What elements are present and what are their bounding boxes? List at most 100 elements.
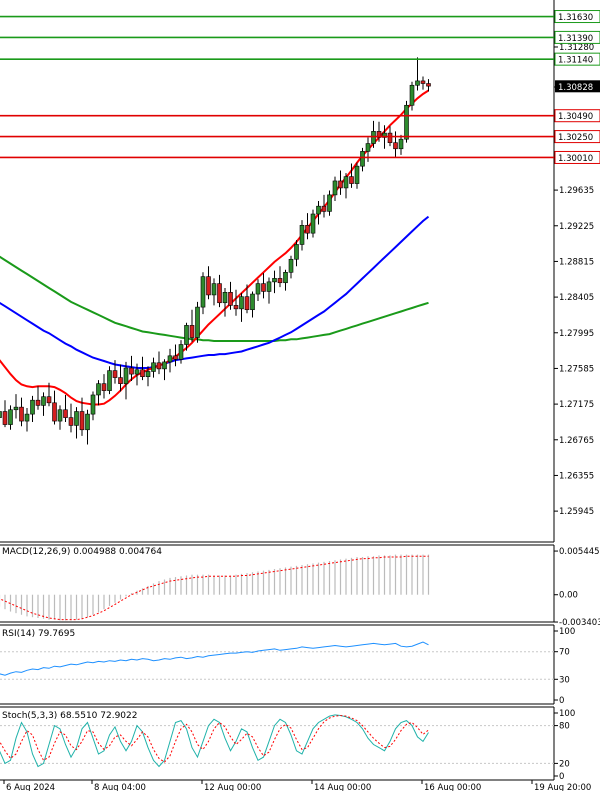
candle-bear <box>426 83 431 87</box>
rsi-axis: 100 70 30 0 <box>0 627 575 706</box>
price-tick-label: 1.28405 <box>559 293 594 303</box>
macd-axis: 0.0054450.00-0.003403 <box>554 547 600 628</box>
candle-bull <box>167 355 173 363</box>
macd-tick-label: 0.005445 <box>559 547 600 557</box>
candle-bear <box>140 369 145 378</box>
candle-bull <box>272 278 277 283</box>
time-axis: 6 Aug 2024 8 Aug 04:00 12 Aug 00:00 14 Aug … <box>3 780 591 791</box>
candle-bear <box>305 225 310 234</box>
candle-bull <box>145 371 151 378</box>
price-tick-label: 1.29635 <box>559 186 594 196</box>
candle-bull <box>343 176 349 189</box>
candle-bull <box>107 370 112 391</box>
price-tick-label: 1.25945 <box>559 507 594 517</box>
current-price-marker: 1.30828 <box>555 80 600 93</box>
candle-bull <box>415 80 420 86</box>
level-label: 1.31140 <box>558 56 593 66</box>
candle-bear <box>19 406 24 422</box>
candle-bull <box>123 367 129 384</box>
price-tick-label: 1.28815 <box>559 257 594 267</box>
candle-bull <box>211 283 217 296</box>
candle-bull <box>200 276 206 308</box>
candle-bear <box>261 283 266 292</box>
rsi-line <box>0 641 429 676</box>
time-label: 16 Aug 00:00 <box>424 783 481 791</box>
candle-bear <box>68 417 74 426</box>
current-price-label: 1.30828 <box>558 83 593 93</box>
price-tick-label: 1.27175 <box>559 400 594 410</box>
candle-bull <box>24 413 30 422</box>
stoch-lines <box>0 714 429 768</box>
price-panel: 1.316001.312801.308231.296351.292251.288… <box>0 0 600 543</box>
price-tick-label: 1.29225 <box>559 222 594 232</box>
level-label: 1.31390 <box>558 34 593 44</box>
rsi-tick-label: 0 <box>559 696 564 706</box>
candle-bull <box>195 306 200 338</box>
level-label: 1.30010 <box>558 154 593 164</box>
candle-bull <box>409 84 415 106</box>
level-label: 1.31630 <box>558 13 593 23</box>
time-label: 14 Aug 00:00 <box>314 783 371 791</box>
candle-bear <box>338 180 343 189</box>
candle-bull <box>74 411 79 426</box>
stoch-label: Stoch(5,3,3) 68.5510 72.9022 <box>2 711 137 721</box>
time-label: 8 Aug 04:00 <box>94 783 146 791</box>
stoch-tick-label: 80 <box>559 722 570 732</box>
candle-bear <box>349 176 354 184</box>
rsi-tick-label: 100 <box>559 627 575 637</box>
candle-bear <box>228 292 233 306</box>
rsi-tick-label: 70 <box>559 648 570 658</box>
stoch-tick-label: 20 <box>559 759 570 769</box>
candle-bear <box>420 80 426 84</box>
candle-bear <box>35 399 41 406</box>
price-tick-label: 1.26765 <box>559 436 594 446</box>
candle-bear <box>387 132 393 143</box>
candle-bear <box>79 411 85 431</box>
stoch-main-polyline <box>0 714 429 768</box>
rsi-label: RSI(14) 79.7695 <box>2 629 75 639</box>
candle-bull <box>96 383 101 396</box>
candle-bear <box>189 325 195 338</box>
macd-panel: MACD(12,26,9) 0.004988 0.004764 0.005445… <box>0 544 600 628</box>
candle-bull <box>13 406 19 411</box>
candle-bull <box>85 413 90 431</box>
macd-label: MACD(12,26,9) 0.004988 0.004764 <box>2 547 162 557</box>
candle-bull <box>30 399 35 415</box>
candle-bull <box>294 244 299 260</box>
candle-bear <box>112 370 118 378</box>
candle-bull <box>404 104 409 140</box>
candle-bear <box>118 377 123 384</box>
stoch-panel: Stoch(5,3,3) 68.5510 72.9022 100 80 20 0 <box>0 706 575 782</box>
candle-bull <box>299 225 305 245</box>
candle-bull <box>332 180 338 196</box>
candle-bull <box>8 409 13 425</box>
rsi-polyline <box>0 641 429 676</box>
candle-bull <box>255 283 261 295</box>
rsi-panel: RSI(14) 79.7695 100 70 30 0 <box>0 624 575 706</box>
candle-bull <box>0 411 2 418</box>
candle-bull <box>360 151 365 167</box>
candle-bear <box>321 205 327 212</box>
candle-bull <box>316 205 321 215</box>
candle-bear <box>129 367 134 375</box>
macd-histogram <box>0 554 430 621</box>
candle-bear <box>393 142 398 150</box>
stoch-tick-label: 100 <box>559 709 575 719</box>
stoch-signal-polyline <box>0 714 429 763</box>
time-label: 6 Aug 2024 <box>6 783 55 791</box>
forex-chart: 1.316001.312801.308231.296351.292251.288… <box>0 0 600 791</box>
candle-bear <box>217 283 222 304</box>
candle-bull <box>239 296 244 310</box>
stoch-tick-label: 0 <box>559 772 564 782</box>
candle-bear <box>233 305 239 310</box>
candle-bear <box>156 362 162 370</box>
candle-bull <box>184 325 189 345</box>
candle-bear <box>2 411 8 425</box>
macd-tick-label: 0.00 <box>559 591 578 601</box>
candle-bull <box>41 396 46 406</box>
candle-bull <box>250 293 255 311</box>
candle-bull <box>398 138 404 150</box>
candle-bull <box>151 362 156 372</box>
candle-bull <box>371 131 376 144</box>
price-tick-label: 1.26355 <box>559 471 594 481</box>
